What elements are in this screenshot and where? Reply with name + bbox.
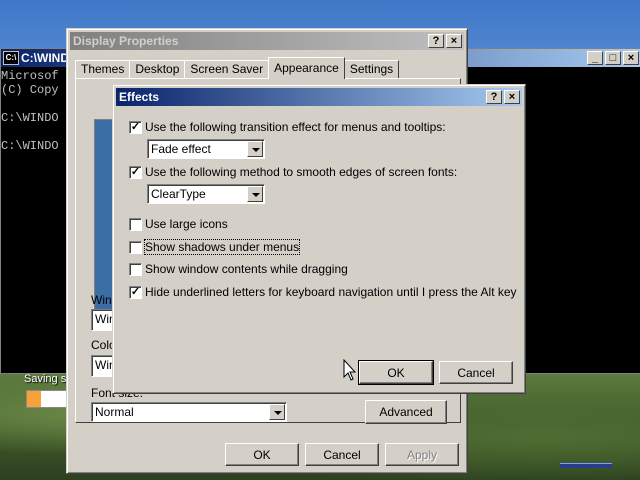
ok-button[interactable]: OK <box>358 360 434 385</box>
combo-value: Fade effect <box>151 142 211 156</box>
hide-underline-checkbox[interactable]: ✓ <box>129 286 142 299</box>
combo-value: ClearType <box>151 187 206 201</box>
transition-effect-checkbox[interactable]: ✓ <box>129 121 142 134</box>
tab-screen-saver[interactable]: Screen Saver <box>184 60 270 79</box>
window-contents-label[interactable]: Show window contents while dragging <box>145 262 348 276</box>
advanced-button[interactable]: Advanced <box>365 400 447 424</box>
tab-strip: Themes Desktop Screen Saver Appearance S… <box>75 57 400 79</box>
console-icon: C:\ <box>3 51 19 65</box>
font-size-combo[interactable]: Normal <box>91 402 287 422</box>
mouse-cursor-icon <box>343 359 357 381</box>
display-properties-titlebar[interactable]: Display Properties ? × <box>70 32 464 50</box>
transition-effect-label[interactable]: Use the following transition effect for … <box>145 120 446 134</box>
menu-shadows-checkbox[interactable] <box>129 241 142 254</box>
dialog-title: Display Properties <box>73 34 179 48</box>
desktop-progress-bar <box>26 390 68 408</box>
progress-fill <box>27 391 41 407</box>
tab-desktop[interactable]: Desktop <box>129 60 186 79</box>
menu-shadows-label[interactable]: Show shadows under menus <box>143 239 301 255</box>
help-button[interactable]: ? <box>428 34 444 48</box>
apply-button[interactable]: Apply <box>385 443 459 466</box>
chevron-down-icon[interactable] <box>247 186 263 202</box>
minimize-button[interactable]: _ <box>587 51 603 65</box>
screensaver-label: Saving s <box>24 373 67 385</box>
cancel-button[interactable]: Cancel <box>305 443 379 466</box>
checkmark-icon: ✓ <box>130 121 141 133</box>
close-button[interactable]: × <box>623 51 639 65</box>
hide-underline-label[interactable]: Hide underlined letters for keyboard nav… <box>145 285 517 299</box>
checkmark-icon: ✓ <box>130 286 141 298</box>
large-icons-checkbox[interactable] <box>129 218 142 231</box>
combo-value: Normal <box>95 405 134 419</box>
close-button[interactable]: × <box>504 90 520 104</box>
font-smoothing-checkbox[interactable]: ✓ <box>129 166 142 179</box>
chevron-down-icon[interactable] <box>247 141 263 157</box>
effects-titlebar[interactable]: Effects ? × <box>116 88 522 106</box>
checkmark-icon: ✓ <box>130 166 141 178</box>
large-icons-label[interactable]: Use large icons <box>145 217 228 231</box>
transition-effect-combo[interactable]: Fade effect <box>147 139 265 159</box>
font-smoothing-combo[interactable]: ClearType <box>147 184 265 204</box>
close-button[interactable]: × <box>446 34 462 48</box>
cancel-button[interactable]: Cancel <box>439 361 513 384</box>
help-button[interactable]: ? <box>486 90 502 104</box>
tab-settings[interactable]: Settings <box>343 60 400 79</box>
tray-indicator <box>560 463 612 468</box>
tab-appearance[interactable]: Appearance <box>268 57 345 79</box>
dialog-title: Effects <box>119 90 160 104</box>
effects-dialog[interactable]: Effects ? × ✓ Use the following transiti… <box>112 84 526 394</box>
maximize-button[interactable]: □ <box>605 51 621 65</box>
ok-button[interactable]: OK <box>225 443 299 466</box>
font-smoothing-label[interactable]: Use the following method to smooth edges… <box>145 165 457 179</box>
window-contents-checkbox[interactable] <box>129 263 142 276</box>
chevron-down-icon[interactable] <box>269 404 285 420</box>
tab-themes[interactable]: Themes <box>75 60 131 79</box>
